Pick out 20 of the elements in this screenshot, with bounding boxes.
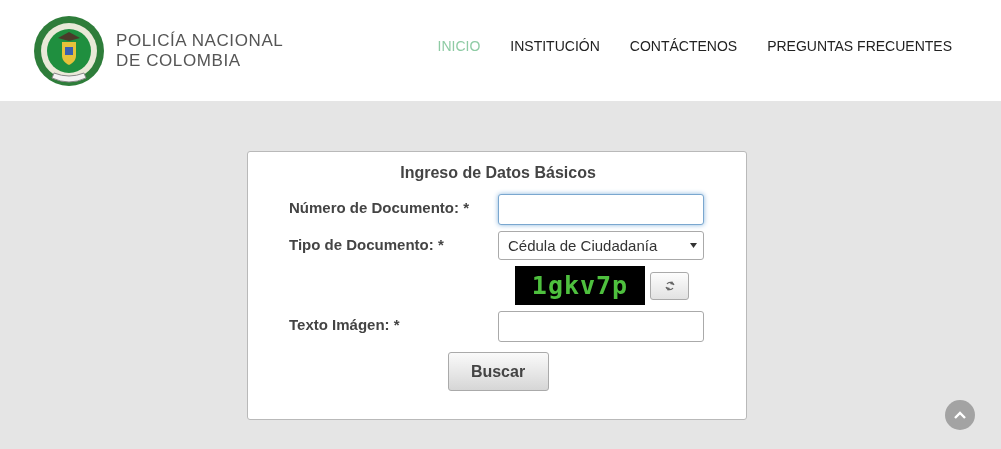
input-field[interactable]	[498, 194, 704, 225]
nav-link[interactable]: INSTITUCIÓN	[510, 37, 600, 54]
refresh-icon	[664, 279, 675, 292]
nav-link[interactable]: PREGUNTAS FRECUENTES	[767, 37, 952, 54]
captcha-image: 1gkv7p	[515, 266, 645, 305]
form-title: Ingreso de Datos Básicos	[399, 164, 597, 182]
input-field[interactable]	[498, 311, 704, 342]
field-label: Texto Imágen: *	[289, 315, 401, 335]
chevron-up-icon	[954, 411, 966, 419]
field-label: Tipo de Documento: *	[289, 235, 445, 255]
scroll-top-button[interactable]	[945, 400, 975, 430]
dropdown-caret-icon	[690, 243, 697, 248]
refresh-button[interactable]	[650, 271, 689, 300]
field-label: Número de Documento: *	[289, 198, 470, 218]
nav-link[interactable]: CONTÁCTENOS	[629, 37, 738, 54]
search-button[interactable]: Buscar	[447, 352, 549, 391]
brand-title: POLICÍA NACIONAL	[116, 30, 284, 51]
document-type-dropdown[interactable]: Cédula de Ciudadanía	[498, 231, 704, 260]
police-emblem-icon	[32, 13, 106, 88]
brand-title: DE COLOMBIA	[116, 50, 242, 71]
